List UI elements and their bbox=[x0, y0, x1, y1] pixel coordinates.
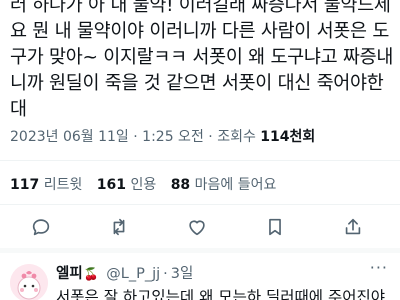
likes-stat[interactable]: 88 마음에 들어요 bbox=[171, 177, 277, 193]
reply-timestamp[interactable]: 3일 bbox=[171, 266, 194, 282]
reply-tweet[interactable]: 엘피🍒 @L_P_jj · 3일 ··· 서폿은 잘 하고있는데 왜 모는하 딜러때… bbox=[0, 256, 400, 300]
views-count: 114천회 bbox=[260, 129, 316, 145]
more-options-icon[interactable]: ··· bbox=[370, 258, 388, 277]
meta-separator: · bbox=[203, 129, 218, 145]
tweet-detail-page: 러 하나가 아 내 물약! 이러길래 짜증나서 물약드세 요 뭔 내 물약이야 … bbox=[0, 0, 400, 300]
retweets-stat[interactable]: 117 리트윗 bbox=[10, 177, 82, 193]
reply-author-name[interactable]: 엘피 bbox=[56, 266, 83, 282]
tweet-text-line: 요 뭔 내 물약이야 이러니까 다른 사람이 서폿은 도 bbox=[10, 21, 390, 42]
tweet-text-line: 대 bbox=[10, 99, 27, 120]
tweet-text: 러 하나가 아 내 물약! 이러길래 짜증나서 물약드세 요 뭔 내 물약이야 … bbox=[10, 0, 396, 123]
meta-separator: · bbox=[128, 129, 143, 145]
quotes-count: 161 bbox=[96, 177, 127, 193]
reply-author-handle[interactable]: @L_P_jj bbox=[106, 266, 160, 282]
divider bbox=[0, 204, 400, 205]
retweets-label: 리트윗 bbox=[43, 177, 83, 193]
likes-count: 88 bbox=[170, 177, 191, 193]
share-icon[interactable] bbox=[342, 216, 368, 240]
reply-text: 서폿은 잘 하고있는데 왜 모는하 딜러때에 주어진야 bbox=[56, 288, 386, 300]
likes-label: 마음에 들어요 bbox=[194, 177, 277, 193]
tweet-time[interactable]: 1:25 오전 bbox=[142, 129, 204, 145]
section-separator bbox=[0, 248, 400, 253]
reply-icon[interactable] bbox=[30, 216, 56, 240]
reply-separator: · bbox=[163, 266, 168, 282]
divider bbox=[0, 160, 400, 161]
reply-header: 엘피🍒 @L_P_jj · 3일 bbox=[56, 262, 193, 283]
tweet-text-line: 구가 맞아~ 이지랄ㅋㅋ 서폿이 왜 도구냐고 짜증내 bbox=[10, 47, 394, 68]
like-icon[interactable] bbox=[186, 216, 212, 240]
quotes-label: 인용 bbox=[130, 177, 157, 193]
bookmark-icon[interactable] bbox=[264, 216, 290, 240]
tweet-text-line: 니까 원딜이 죽을 것 같으면 서폿이 대신 죽어야한 bbox=[10, 73, 384, 94]
avatar[interactable] bbox=[10, 264, 48, 300]
views-label: 조회수 bbox=[217, 129, 256, 145]
quotes-stat[interactable]: 161 인용 bbox=[97, 177, 156, 193]
cherry-icon: 🍒 bbox=[83, 267, 99, 281]
tweet-stats: 117 리트윗 161 인용 88 마음에 들어요 bbox=[10, 174, 286, 194]
retweets-count: 117 bbox=[10, 177, 40, 193]
tweet-action-bar bbox=[0, 208, 400, 248]
tweet-date[interactable]: 2023년 06월 11일 bbox=[10, 129, 129, 145]
tweet-meta: 2023년 06월 11일 · 1:25 오전 · 조회수 114천회 bbox=[10, 126, 315, 146]
tweet-text-line: 러 하나가 아 내 물약! 이러길래 짜증나서 물약드세 bbox=[10, 0, 391, 16]
retweet-icon[interactable] bbox=[108, 216, 134, 240]
